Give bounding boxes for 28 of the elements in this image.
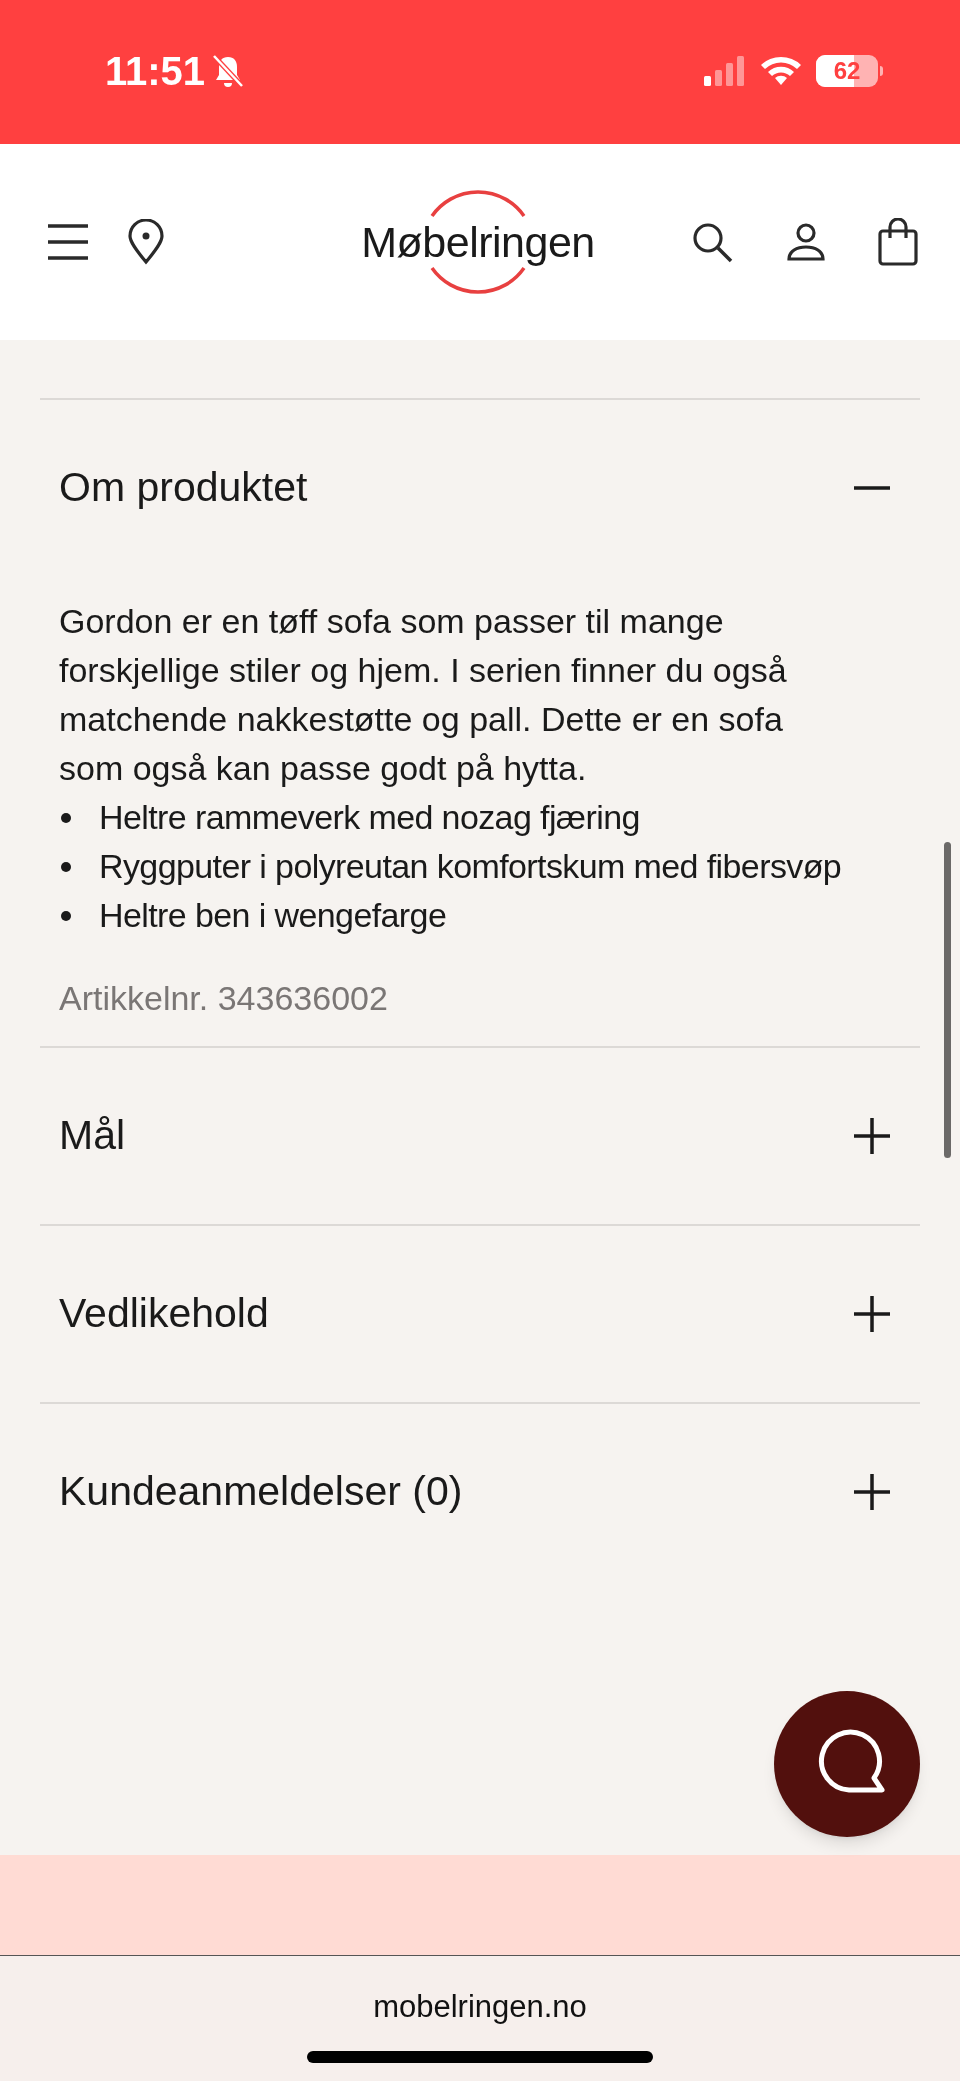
accordion-header[interactable]: Vedlikehold bbox=[40, 1226, 920, 1402]
battery-level: 62 bbox=[833, 56, 861, 86]
minus-icon bbox=[852, 486, 892, 490]
shopping-bag-icon[interactable] bbox=[878, 218, 918, 266]
plus-icon bbox=[852, 1472, 892, 1512]
logo[interactable]: Møbelringen bbox=[358, 182, 598, 302]
article-number: Artikkelnr. 343636002 bbox=[59, 978, 389, 1018]
bullet-text: Heltre rammeverk med nozag fjæring bbox=[99, 797, 640, 838]
bullet-icon bbox=[61, 812, 71, 823]
plus-icon bbox=[852, 1294, 892, 1334]
bullet-icon bbox=[61, 861, 71, 872]
bullet-icon bbox=[61, 910, 71, 921]
muted-bell-icon bbox=[211, 53, 246, 89]
search-icon[interactable] bbox=[690, 220, 734, 264]
time: 11:51 bbox=[105, 48, 206, 95]
menu-icon[interactable] bbox=[46, 223, 90, 261]
bullet-text: Heltre ben i wengefarge bbox=[99, 895, 447, 936]
location-pin-icon[interactable] bbox=[126, 219, 166, 265]
wifi-icon bbox=[760, 56, 802, 86]
url-text[interactable]: mobelringen.no bbox=[373, 1984, 587, 2031]
accordion-header[interactable]: Mål bbox=[40, 1048, 920, 1224]
signal-icon bbox=[704, 56, 746, 86]
user-icon[interactable] bbox=[786, 222, 826, 262]
accordion-header[interactable]: Om produktet bbox=[40, 400, 920, 576]
bullet-text: Ryggputer i polyreutan komfortskum med fibersvøp bbox=[99, 846, 842, 887]
product-description: Gordon er en tøff sofa som passer til mange forskjellige stiler og hjem. I serien finner du også matchende nakkestøtte og pall. Dette er en sofa som også kan passe godt på hytta. bbox=[59, 601, 788, 789]
accordion-header[interactable]: Kundeanmeldelser (0) bbox=[40, 1404, 920, 1580]
plus-icon bbox=[852, 1116, 892, 1156]
